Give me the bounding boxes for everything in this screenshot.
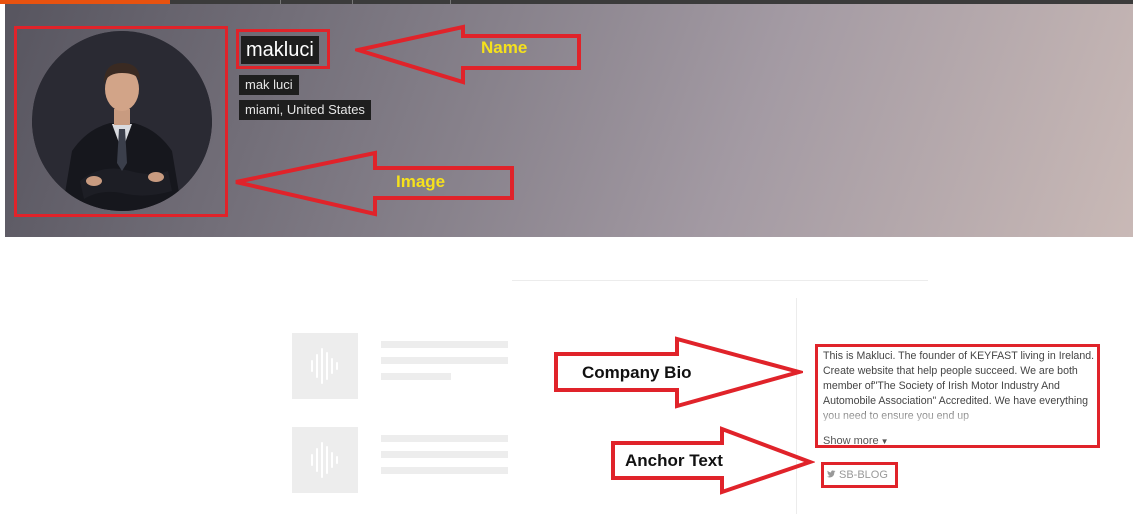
name-annotation-label: Name — [481, 38, 528, 57]
show-more-label: Show more — [823, 435, 879, 447]
avatar[interactable] — [32, 31, 212, 211]
placeholder-line — [381, 341, 508, 348]
profile-username: makluci — [241, 36, 319, 64]
anchor-text-annotation-label: Anchor Text — [625, 451, 723, 470]
anchor-text: SB-BLOG — [839, 469, 888, 481]
image-annotation-label: Image — [396, 172, 446, 191]
placeholder-line — [381, 451, 508, 458]
name-annotation-arrow — [355, 24, 581, 85]
caret-down-icon: ▼ — [880, 437, 889, 446]
content-divider — [512, 280, 928, 281]
profile-location: miami, United States — [239, 100, 371, 120]
bio-fade-overlay — [823, 405, 1095, 423]
placeholder-line — [381, 435, 508, 442]
placeholder-line — [381, 357, 508, 364]
image-annotation-arrow — [235, 150, 514, 217]
placeholder-line — [381, 467, 508, 474]
twitter-icon — [826, 470, 836, 478]
audio-waveform-icon — [292, 333, 358, 399]
company-bio-annotation-label: Company Bio — [582, 363, 692, 382]
profile-full-name: mak luci — [239, 75, 299, 95]
show-more-link[interactable]: Show more ▼ — [823, 434, 889, 449]
person-in-suit-photo — [32, 31, 212, 211]
profile-page: makluci mak luci miami, United States Na… — [0, 0, 1133, 514]
audio-waveform-icon — [292, 427, 358, 493]
sb-blog-link[interactable]: SB-BLOG — [826, 467, 888, 483]
placeholder-line — [381, 373, 451, 380]
